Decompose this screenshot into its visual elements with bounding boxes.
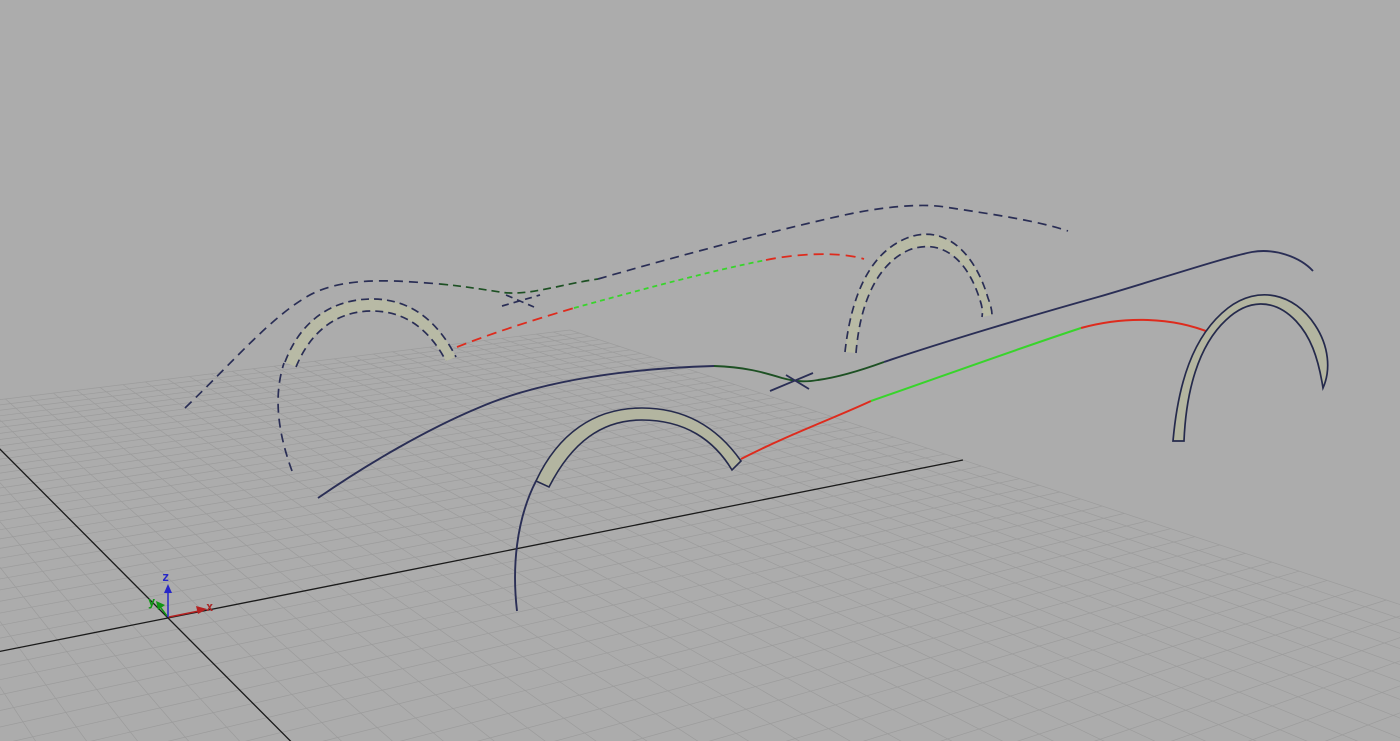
viewport-canvas[interactable]: x y z [0, 0, 1400, 741]
axis-label-z: z [162, 570, 169, 584]
axis-label-x: x [206, 600, 213, 614]
axis-label-y: y [148, 595, 155, 609]
